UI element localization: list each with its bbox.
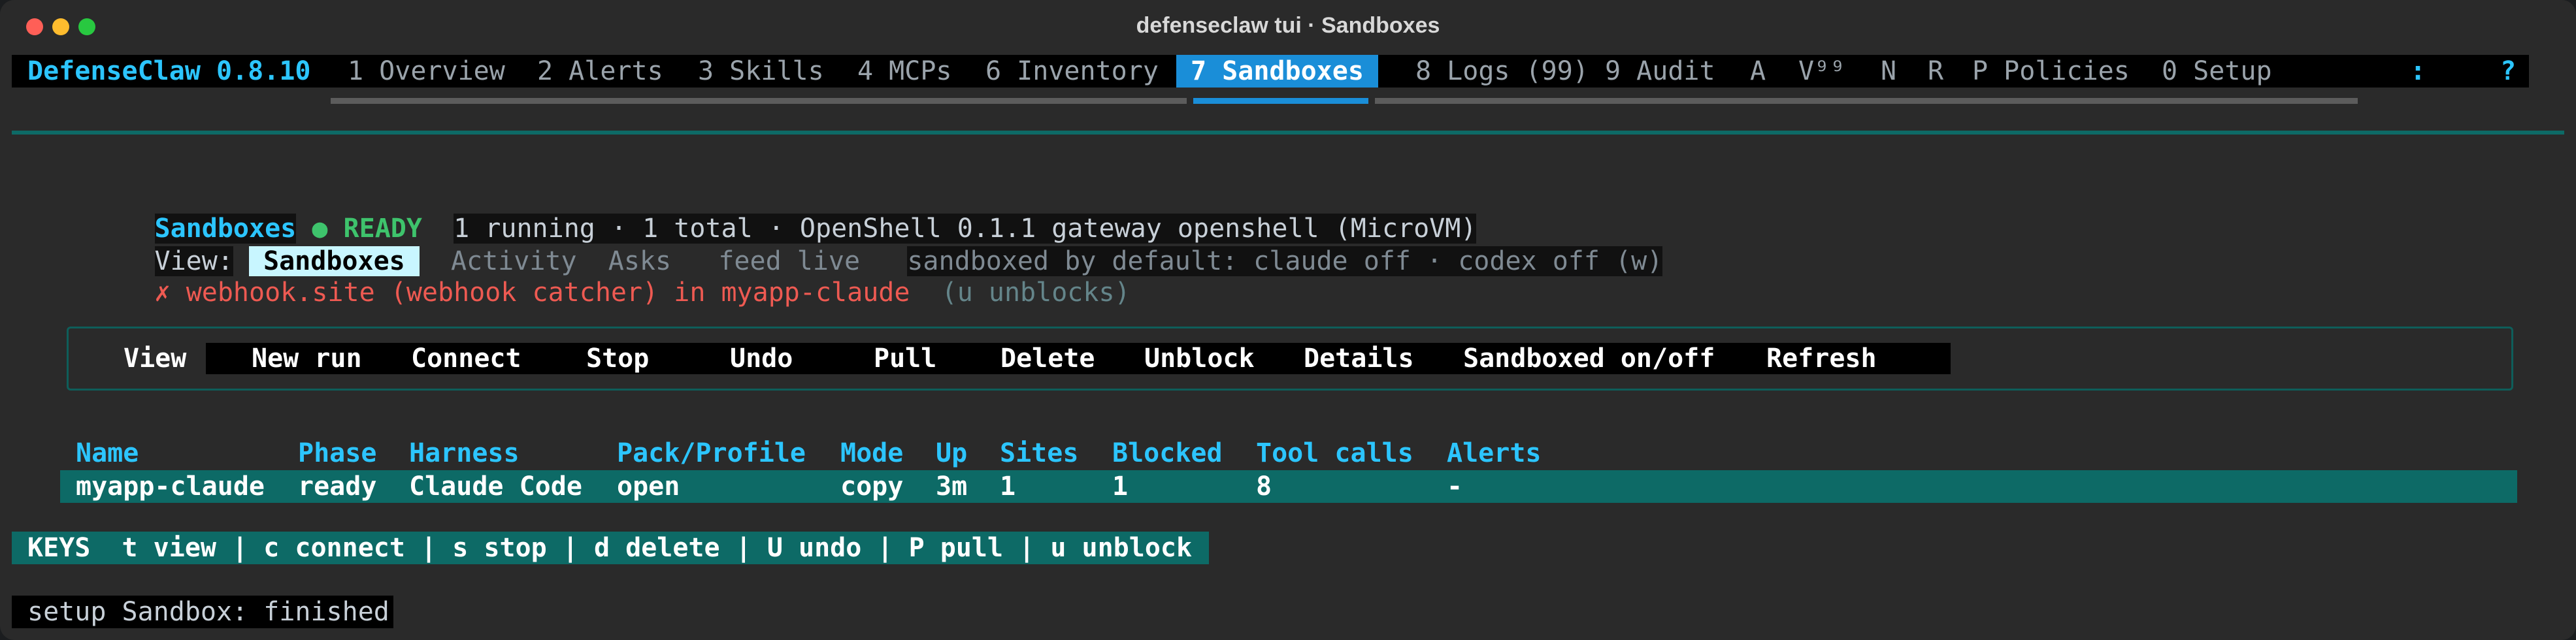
app-brand: DefenseClaw 0.8.10 <box>27 56 311 86</box>
tab-mcps[interactable]: 4 MCPs <box>857 55 952 88</box>
tab-setup[interactable]: 0 Setup <box>2162 55 2272 88</box>
new-run-button[interactable]: New run <box>252 343 362 374</box>
tab-r[interactable]: R <box>1928 55 1943 88</box>
view-button[interactable]: View <box>124 343 186 374</box>
alert-hint: (u unblocks) <box>941 278 1131 308</box>
tab-v[interactable]: V⁹⁹ <box>1798 55 1845 88</box>
cell-phase: ready <box>298 472 377 502</box>
tab-inventory[interactable]: 6 Inventory <box>985 55 1159 88</box>
col-tool-calls[interactable]: Tool calls <box>1256 438 1413 469</box>
tab-sandboxes[interactable]: 7 Sandboxes <box>1176 55 1378 88</box>
cell-name: myapp-claude <box>76 472 265 502</box>
unblock-button[interactable]: Unblock <box>1144 343 1255 374</box>
tab-policies[interactable]: P Policies <box>1972 55 2130 88</box>
col-up[interactable]: Up <box>936 438 967 469</box>
col-phase[interactable]: Phase <box>298 438 376 469</box>
blocked-x-icon: ✗ <box>154 278 171 308</box>
tab-skills[interactable]: 3 Skills <box>698 55 824 88</box>
pull-button[interactable]: Pull <box>874 343 936 374</box>
cell-up: 3m <box>936 472 968 502</box>
status-message: setup Sandbox: finished <box>27 597 389 627</box>
nav-scroll-right <box>1375 98 2358 104</box>
cell-pack-profile: open <box>617 472 680 502</box>
cell-tool-calls: 8 <box>1256 472 1272 502</box>
tab-n[interactable]: N <box>1881 55 1896 88</box>
alert-text: webhook.site (webhook catcher) in myapp-… <box>186 278 910 308</box>
col-alerts[interactable]: Alerts <box>1447 438 1542 469</box>
cell-sites: 1 <box>1000 472 1016 502</box>
view-row: View: Sandboxes Activity Asks feed live … <box>60 214 1663 276</box>
col-sites[interactable]: Sites <box>1000 438 1078 469</box>
help-button[interactable]: ? <box>2500 55 2516 88</box>
terminal-window: defenseclaw tui · Sandboxes DefenseClaw … <box>0 0 2576 640</box>
top-nav-bar: DefenseClaw 0.8.10 1 Overview 2 Alerts 3… <box>12 55 2529 88</box>
terminal-content: DefenseClaw 0.8.10 1 Overview 2 Alerts 3… <box>0 0 2576 640</box>
blocked-alert: ✗ webhook.site (webhook catcher) in myap… <box>60 246 1131 308</box>
delete-button[interactable]: Delete <box>1000 343 1095 374</box>
details-button[interactable]: Details <box>1304 343 1414 374</box>
col-harness[interactable]: Harness <box>409 438 520 469</box>
nav-scroll-thumb[interactable] <box>1193 98 1368 104</box>
connect-button[interactable]: Connect <box>411 343 521 374</box>
cell-mode: copy <box>840 472 904 502</box>
status-line: setup Sandbox: finished <box>12 596 393 628</box>
sandbox-header: Sandboxes ● READY 1 running · 1 total · … <box>60 182 1477 244</box>
cell-harness: Claude Code <box>409 472 582 502</box>
cell-alerts: - <box>1447 472 1463 502</box>
header-divider <box>12 131 2564 135</box>
stop-button[interactable]: Stop <box>586 343 649 374</box>
tab-alerts[interactable]: 2 Alerts <box>537 55 663 88</box>
undo-button[interactable]: Undo <box>730 343 793 374</box>
col-pack-profile[interactable]: Pack/Profile <box>617 438 806 469</box>
col-mode[interactable]: Mode <box>840 438 903 469</box>
table-row[interactable]: myapp-claude ready Claude Code open copy… <box>60 470 2517 503</box>
sandboxed-toggle-button[interactable]: Sandboxed on/off <box>1463 343 1715 374</box>
col-name[interactable]: Name <box>76 438 139 469</box>
tab-logs[interactable]: 8 Logs (99) <box>1415 55 1589 88</box>
keys-help-bar: KEYS t view | c connect | s stop | d del… <box>12 532 1209 564</box>
action-bar: View New run Connect Stop Undo Pull Dele… <box>67 327 2513 391</box>
refresh-button[interactable]: Refresh <box>1766 343 1877 374</box>
cell-blocked: 1 <box>1112 472 1129 502</box>
col-blocked[interactable]: Blocked <box>1112 438 1223 469</box>
command-prompt[interactable]: : <box>2410 55 2426 88</box>
keys-text: KEYS t view | c connect | s stop | d del… <box>27 533 1193 563</box>
tab-audit[interactable]: 9 Audit <box>1605 55 1715 88</box>
tab-overview[interactable]: 1 Overview <box>348 55 505 88</box>
tab-a[interactable]: A <box>1750 55 1766 88</box>
nav-scroll-left <box>331 98 1187 104</box>
